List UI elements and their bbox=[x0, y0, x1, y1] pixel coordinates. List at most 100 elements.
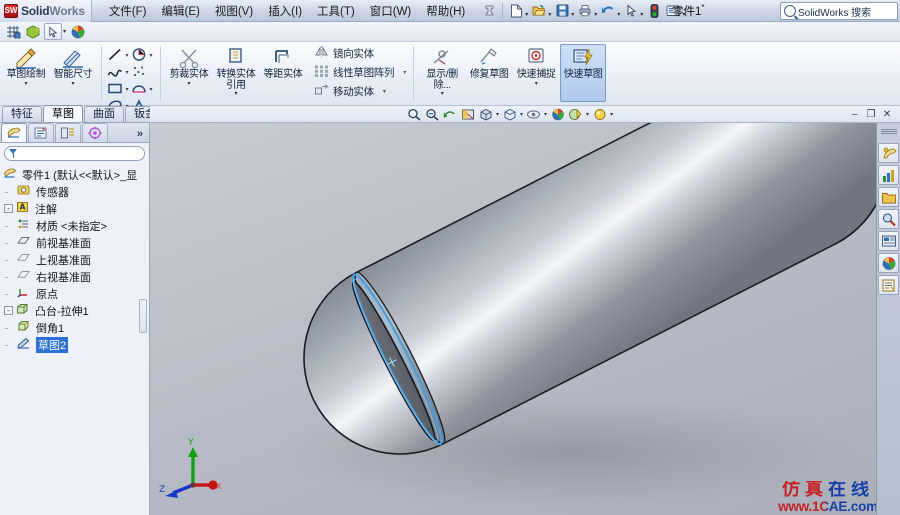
hide-show-items-icon[interactable] bbox=[525, 106, 542, 122]
display-style-dropdown-arrow-icon[interactable]: ▾ bbox=[519, 111, 524, 118]
search-results-icon[interactable] bbox=[878, 209, 899, 229]
tab-features[interactable]: 特征 bbox=[2, 106, 42, 122]
hide-show-dropdown-arrow-icon[interactable]: ▾ bbox=[543, 111, 548, 118]
circle-tool[interactable] bbox=[131, 47, 147, 63]
display-delete-relations-button[interactable]: 显示/删除... ▾ bbox=[419, 44, 465, 102]
graphics-area[interactable]: 1CAE.COM bbox=[150, 123, 900, 515]
appearance-icon[interactable] bbox=[24, 23, 42, 40]
zoom-to-fit-icon[interactable] bbox=[405, 106, 422, 122]
print-icon[interactable] bbox=[576, 2, 594, 20]
zoom-to-area-icon[interactable] bbox=[423, 106, 440, 122]
tree-item-part[interactable]: 零件1 (默认<<默认>_显 bbox=[2, 166, 149, 183]
spline-dropdown-arrow-icon[interactable]: ▾ bbox=[123, 69, 131, 76]
arc-dropdown-arrow-icon[interactable]: ▾ bbox=[147, 86, 155, 93]
menu-window[interactable]: 窗口(W) bbox=[363, 0, 419, 22]
view-settings-dropdown-arrow-icon[interactable]: ▾ bbox=[609, 111, 614, 118]
property-manager-tab[interactable] bbox=[28, 123, 54, 142]
quick-snaps-button[interactable]: 快速捕捉 ▾ bbox=[513, 44, 559, 102]
tree-expander-annotations[interactable]: - bbox=[4, 204, 13, 213]
new-document-dropdown-arrow-icon[interactable]: ▾ bbox=[525, 11, 528, 20]
panel-expander[interactable]: » bbox=[137, 128, 149, 142]
feature-tree-filter-input[interactable] bbox=[4, 146, 145, 161]
menu-help[interactable]: 帮助(H) bbox=[419, 0, 472, 22]
select-icon[interactable] bbox=[622, 2, 640, 20]
rectangle-dropdown-arrow-icon[interactable]: ▾ bbox=[123, 86, 131, 93]
spline-tool[interactable] bbox=[107, 64, 123, 80]
tree-item-annotations[interactable]: - A 注解 bbox=[2, 200, 149, 217]
tree-expander-boss-extrude1[interactable]: - bbox=[4, 306, 13, 315]
tree-item-front-plane[interactable]: ·· 前视基准面 bbox=[2, 234, 149, 251]
apply-scene-icon[interactable] bbox=[567, 106, 584, 122]
search-box[interactable]: SolidWorks 搜索 bbox=[780, 2, 898, 20]
menu-edit[interactable]: 编辑(E) bbox=[155, 0, 207, 22]
select-arrow-dropdown-icon[interactable]: ▾ bbox=[63, 28, 66, 35]
undo-dropdown-arrow-icon[interactable]: ▾ bbox=[617, 11, 620, 20]
sketch-grid-icon[interactable] bbox=[4, 23, 22, 40]
restore-window-button[interactable]: ❐ bbox=[864, 108, 878, 121]
line-dropdown-arrow-icon[interactable]: ▾ bbox=[123, 52, 131, 59]
quick-snaps-dropdown-arrow-icon[interactable]: ▾ bbox=[535, 81, 538, 87]
convert-entities-dropdown-arrow-icon[interactable]: ▾ bbox=[234, 91, 237, 97]
search-input[interactable]: SolidWorks 搜索 bbox=[798, 4, 871, 19]
select-dropdown-arrow-icon[interactable]: ▾ bbox=[640, 11, 643, 20]
move-entities-dropdown-arrow-icon[interactable]: ▾ bbox=[377, 88, 386, 95]
open-document-dropdown-arrow-icon[interactable]: ▾ bbox=[548, 11, 551, 20]
open-document-icon[interactable] bbox=[530, 2, 548, 20]
line-tool[interactable] bbox=[107, 47, 123, 63]
save-dropdown-arrow-icon[interactable]: ▾ bbox=[571, 11, 574, 20]
model-cylinder-with-chamfer[interactable] bbox=[150, 123, 900, 515]
display-style-icon[interactable] bbox=[501, 106, 518, 122]
point-tool[interactable] bbox=[131, 64, 147, 80]
view-orientation-icon[interactable] bbox=[477, 106, 494, 122]
sketch-button-dropdown-arrow-icon[interactable]: ▾ bbox=[24, 81, 27, 87]
custom-properties-icon[interactable] bbox=[878, 275, 899, 295]
design-library-icon[interactable] bbox=[878, 165, 899, 185]
rapid-sketch-button[interactable]: 快速草图 bbox=[560, 44, 607, 102]
tree-item-material[interactable]: ·· 材质 <未指定> bbox=[2, 217, 149, 234]
undo-icon[interactable] bbox=[599, 2, 617, 20]
solidworks-resources-icon[interactable] bbox=[878, 143, 899, 163]
move-entities-button[interactable]: 移动实体 ▾ bbox=[312, 82, 388, 100]
linear-pattern-dropdown-arrow-icon[interactable]: ▾ bbox=[397, 69, 406, 76]
menu-view[interactable]: 视图(V) bbox=[208, 0, 260, 22]
configuration-manager-tab[interactable] bbox=[55, 123, 81, 142]
edit-appearance-icon[interactable] bbox=[549, 106, 566, 122]
view-settings-icon[interactable] bbox=[591, 106, 608, 122]
mirror-entities-button[interactable]: 镜向实体 bbox=[312, 44, 376, 62]
repair-sketch-button[interactable]: 修复草图 bbox=[466, 44, 512, 102]
section-view-icon[interactable] bbox=[459, 106, 476, 122]
appearances-scenes-icon[interactable] bbox=[878, 253, 899, 273]
tree-item-sketch2[interactable]: ·· 草图2 bbox=[2, 336, 149, 353]
feature-manager-tab[interactable] bbox=[1, 123, 27, 142]
display-delete-relations-dropdown-arrow-icon[interactable]: ▾ bbox=[441, 91, 444, 97]
tab-sketch[interactable]: 草图 bbox=[43, 105, 83, 122]
trim-dropdown-arrow-icon[interactable]: ▾ bbox=[187, 81, 190, 87]
tree-item-boss-extrude1[interactable]: - 凸台-拉伸1 bbox=[2, 302, 149, 319]
convert-entities-button[interactable]: 转换实体引用 ▾ bbox=[213, 44, 259, 102]
file-explorer-icon[interactable] bbox=[878, 187, 899, 207]
save-icon[interactable] bbox=[553, 2, 571, 20]
view-orientation-icon[interactable] bbox=[69, 23, 87, 40]
tree-item-right-plane[interactable]: ·· 右视基准面 bbox=[2, 268, 149, 285]
trim-entities-button[interactable]: 剪裁实体 ▾ bbox=[166, 44, 212, 102]
apply-scene-dropdown-arrow-icon[interactable]: ▾ bbox=[585, 111, 590, 118]
circle-dropdown-arrow-icon[interactable]: ▾ bbox=[147, 52, 155, 59]
task-pane-grip[interactable] bbox=[881, 129, 897, 134]
tab-surfaces[interactable]: 曲面 bbox=[84, 106, 124, 122]
tree-item-chamfer1[interactable]: ·· 倒角1 bbox=[2, 319, 149, 336]
rectangle-tool[interactable] bbox=[107, 81, 123, 97]
print-dropdown-arrow-icon[interactable]: ▾ bbox=[594, 11, 597, 20]
menu-tools[interactable]: 工具(T) bbox=[310, 0, 362, 22]
view-orientation-dropdown-arrow-icon[interactable]: ▾ bbox=[495, 111, 500, 118]
previous-view-icon[interactable] bbox=[441, 106, 458, 122]
tree-item-top-plane[interactable]: ·· 上视基准面 bbox=[2, 251, 149, 268]
sketch-button[interactable]: 草图绘制 ▾ bbox=[3, 44, 49, 102]
linear-sketch-pattern-button[interactable]: 线性草图阵列 ▾ bbox=[312, 63, 408, 81]
pin-icon[interactable] bbox=[480, 2, 498, 20]
smart-dimension-dropdown-arrow-icon[interactable]: ▾ bbox=[71, 81, 74, 87]
tree-item-origin[interactable]: ·· 原点 bbox=[2, 285, 149, 302]
menu-insert[interactable]: 插入(I) bbox=[261, 0, 309, 22]
arc-tool[interactable] bbox=[131, 81, 147, 97]
dimxpert-manager-tab[interactable] bbox=[82, 123, 108, 142]
smart-dimension-button[interactable]: 智能尺寸 ▾ bbox=[50, 44, 96, 102]
